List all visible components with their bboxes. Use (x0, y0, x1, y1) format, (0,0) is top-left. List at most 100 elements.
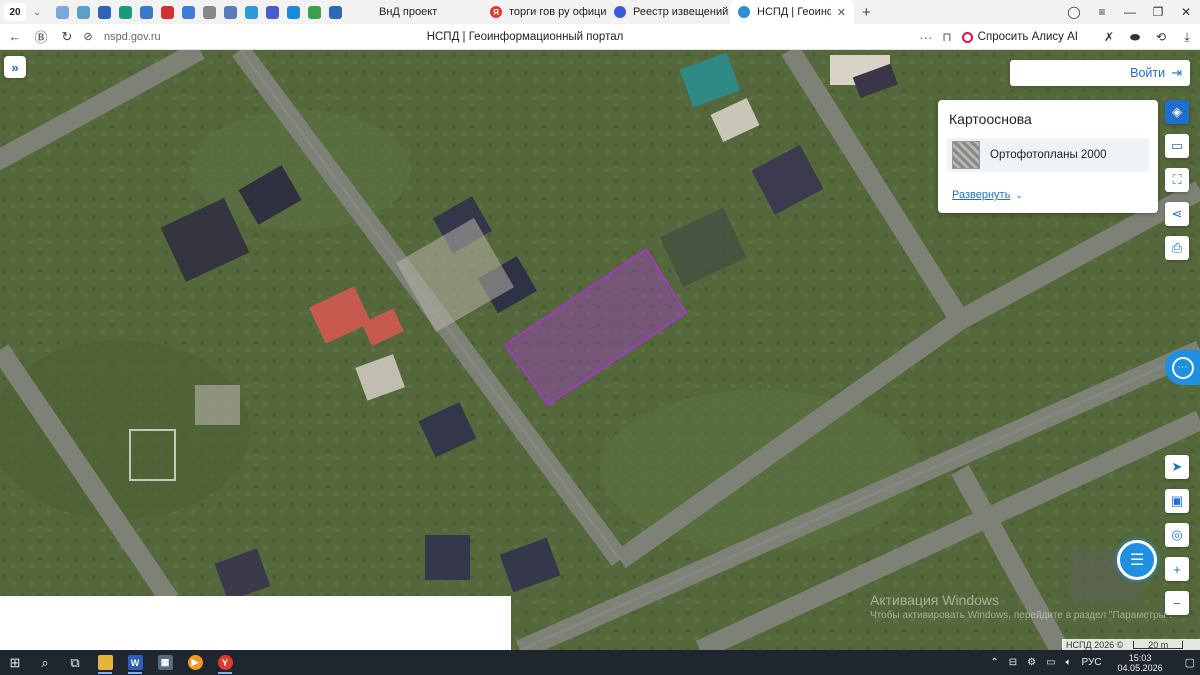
tray-chevron-up-icon[interactable]: ⌃ (990, 657, 998, 668)
top-toolbar: ◈ ▭ ⛶ ⋖ ⎙ (1165, 100, 1189, 270)
print-tool-icon[interactable]: ⎙ (1165, 236, 1189, 260)
profile-icon[interactable]: ◯ (1060, 5, 1088, 19)
chat-icon: ⋯ (1171, 356, 1194, 379)
tab-torgi[interactable]: Я торги гов ру официальны (482, 0, 606, 24)
pinned-tab-icon[interactable] (329, 5, 342, 19)
url-text[interactable]: nspd.gov.ru (104, 31, 304, 43)
extension-icon[interactable]: ⬬ (1122, 30, 1148, 45)
clock-time: 15:03 (1128, 652, 1152, 663)
clock[interactable]: 15:03 04.05.2026 (1113, 653, 1168, 673)
language-indicator[interactable]: РУС (1082, 657, 1102, 668)
page-title: НСПД | Геоинформационный портал (426, 30, 624, 43)
windows-taskbar: ⊞ ⌕ ⧉ W ▦ ▶ Y ⌃ ⊟ ⚙ ▭ 🔈︎ РУС 15:03 04.05… (0, 650, 1200, 675)
yandex-b-icon[interactable]: Ⓑ (28, 27, 54, 46)
tab-nspd[interactable]: НСПД | Геоинформаци ✕ (730, 0, 854, 24)
login-label: Войти (1130, 66, 1166, 80)
notifications-icon[interactable]: ▢ (1185, 656, 1195, 669)
taskbar-app-explorer[interactable] (90, 650, 120, 675)
taskbar-app-word[interactable]: W (120, 650, 150, 675)
folder-icon (97, 655, 113, 670)
area-select-tool-icon[interactable]: ⛶ (1165, 168, 1189, 192)
pinned-tab-icon[interactable] (203, 5, 216, 19)
alice-icon (961, 31, 973, 43)
pinned-tab-icon[interactable] (245, 5, 258, 19)
pinned-tab-icon[interactable] (140, 5, 153, 19)
layer-name: Ортофотопланы 2000 (990, 149, 1107, 161)
site-info-icon[interactable]: ⊘ (80, 30, 96, 43)
download-icon[interactable]: ⤓ (1174, 30, 1200, 45)
expand-sidebar-button[interactable]: » (4, 56, 26, 78)
ruler-tool-icon[interactable]: ▭ (1165, 134, 1189, 158)
taskbar-app-calculator[interactable]: ▦ (150, 650, 180, 675)
pinned-tab-icon[interactable] (98, 5, 111, 19)
pinned-tab-icon[interactable] (266, 5, 279, 19)
locate-icon[interactable]: ➤ (1165, 455, 1189, 479)
share-tool-icon[interactable]: ⋖ (1165, 202, 1189, 226)
minimize-icon[interactable]: — (1116, 5, 1144, 19)
basemap-title: Картооснова (949, 111, 1032, 127)
system-tray: ⌃ ⊟ ⚙ ▭ 🔈︎ РУС 15:03 04.05.2026 ▢ (985, 650, 1200, 675)
calculator-icon: ▦ (157, 655, 173, 670)
tab-favicon (360, 6, 372, 18)
close-tab-icon[interactable]: ✕ (837, 6, 846, 19)
basemap-layer-item[interactable]: Ортофотопланы 2000 (947, 138, 1149, 172)
tab-count-button[interactable]: 20 (4, 3, 26, 21)
pinned-tab-icon[interactable] (224, 5, 237, 19)
layers-tool-icon[interactable]: ◈ (1165, 100, 1189, 124)
minimap-icon[interactable]: ▣ (1165, 489, 1189, 513)
map-viewport[interactable]: » Войти ⇥ Картооснова Ортофотопланы 2000… (0, 50, 1200, 650)
tab-label: ВнД проект (379, 6, 438, 18)
emblem-favicon-icon (614, 6, 626, 18)
new-tab-button[interactable]: + (862, 4, 871, 21)
browser-tab-strip: 20 ⌄ ВнД проект Я торги гов ру официальн… (0, 0, 1200, 24)
yandex-favicon-icon: Я (490, 6, 502, 18)
tray-app-icon[interactable]: ⚙ (1027, 657, 1036, 668)
zoom-in-button[interactable]: + (1165, 557, 1189, 581)
chat-fab-button[interactable]: ☰ (1117, 540, 1157, 580)
window-controls: ◯ ≡ — ❐ ✕ (1060, 0, 1200, 24)
login-icon: ⇥ (1171, 65, 1182, 80)
search-icon[interactable]: ⌕ (30, 650, 60, 675)
address-bar: ← Ⓑ ↻ ⊘ nspd.gov.ru НСПД | Геоинформацио… (0, 24, 1200, 50)
close-window-icon[interactable]: ✕ (1172, 5, 1200, 19)
reload-icon[interactable]: ↻ (54, 29, 80, 45)
network-icon[interactable]: ⊟ (1009, 657, 1017, 668)
tab-label: Реестр извещений (633, 6, 729, 18)
tab-registry[interactable]: Реестр извещений (606, 0, 730, 24)
pinned-tab-icon[interactable] (287, 5, 300, 19)
pinned-tab-icon[interactable] (56, 5, 69, 19)
task-view-icon[interactable]: ⧉ (60, 650, 90, 675)
pinned-tab-icon[interactable] (308, 5, 321, 19)
pinned-tabs (52, 5, 346, 19)
word-icon: W (127, 655, 143, 670)
pinned-tab-icon[interactable] (161, 5, 174, 19)
tab-vnd-project[interactable]: ВнД проект (352, 0, 482, 24)
volume-icon[interactable]: 🔈︎ (1066, 657, 1072, 668)
taskbar-app-player[interactable]: ▶ (180, 650, 210, 675)
pinned-tab-icon[interactable] (77, 5, 90, 19)
more-dots-icon[interactable]: ··· (919, 30, 932, 45)
tab-label: НСПД | Геоинформаци (757, 6, 831, 18)
menu-icon[interactable]: ≡ (1088, 5, 1116, 19)
windows-start-icon[interactable]: ⊞ (0, 650, 30, 675)
pinned-tab-icon[interactable] (119, 5, 132, 19)
restore-icon[interactable]: ❐ (1144, 5, 1172, 19)
extension-icon[interactable]: ⟲ (1148, 30, 1174, 44)
nspd-favicon-icon (738, 6, 750, 18)
tab-label: торги гов ру официальны (509, 6, 606, 18)
back-arrow-icon[interactable]: ← (2, 29, 28, 44)
expand-basemap-link[interactable]: Развернуть ⌄ (952, 189, 1023, 201)
pinned-tab-icon[interactable] (182, 5, 195, 19)
windows-activation-watermark: Активация Windows Чтобы активировать Win… (870, 592, 1172, 621)
login-button[interactable]: Войти ⇥ (1010, 60, 1190, 86)
taskbar-app-yandex-browser[interactable]: Y (210, 650, 240, 675)
support-chat-button[interactable]: ⋯ (1165, 350, 1200, 385)
scale-bar: 20 m (1133, 640, 1184, 649)
geolocation-pin-icon[interactable]: ◎ (1165, 523, 1189, 547)
ask-alice-button[interactable]: Спросить Алису AI (961, 31, 1078, 43)
blank-overlay-panel (0, 596, 511, 650)
extension-icon[interactable]: ✗ (1096, 30, 1122, 44)
tab-list-chevron-icon[interactable]: ⌄ (30, 7, 44, 18)
bookmark-icon[interactable]: ⊓ (942, 30, 951, 44)
display-icon[interactable]: ▭ (1046, 657, 1055, 668)
